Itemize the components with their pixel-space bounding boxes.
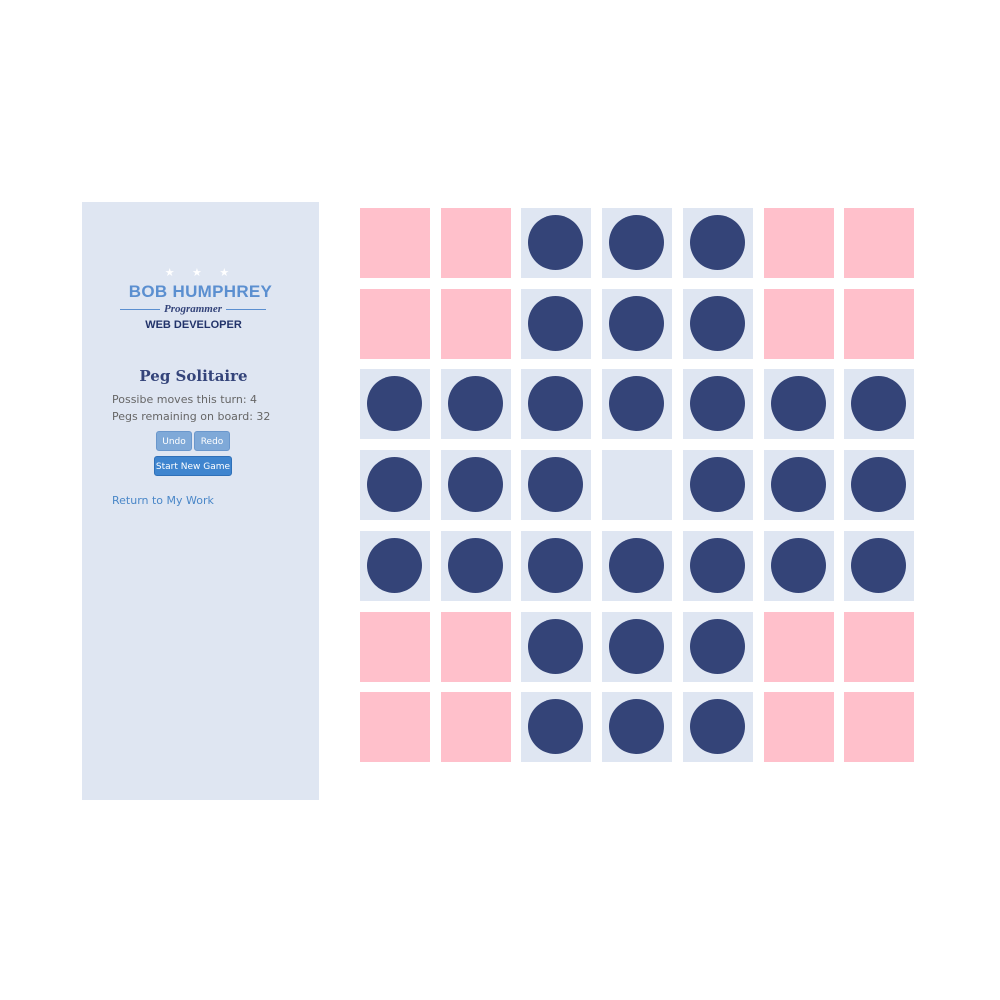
board-corner-cell: [360, 208, 430, 278]
board-hole-filled[interactable]: [602, 531, 672, 601]
undo-button[interactable]: Undo: [156, 431, 192, 451]
peg[interactable]: [448, 538, 503, 593]
board-hole-filled[interactable]: [602, 289, 672, 359]
peg[interactable]: [851, 538, 906, 593]
board-corner-cell: [441, 692, 511, 762]
board-corner-cell: [441, 289, 511, 359]
board-corner-cell: [764, 692, 834, 762]
peg[interactable]: [609, 215, 664, 270]
board-corner-cell: [441, 208, 511, 278]
logo-subtitle: Programmer: [163, 303, 223, 315]
game-title: Peg Solitaire: [139, 367, 248, 385]
board-hole-filled[interactable]: [602, 369, 672, 439]
peg[interactable]: [609, 619, 664, 674]
board-hole-filled[interactable]: [521, 450, 591, 520]
board-hole-filled[interactable]: [602, 692, 672, 762]
logo-role: WEB DEVELOPER: [145, 319, 242, 331]
board-corner-cell: [844, 289, 914, 359]
redo-button[interactable]: Redo: [194, 431, 230, 451]
board-hole-filled[interactable]: [844, 531, 914, 601]
peg[interactable]: [528, 376, 583, 431]
board-hole-filled[interactable]: [521, 289, 591, 359]
peg[interactable]: [528, 457, 583, 512]
board-hole-filled[interactable]: [683, 289, 753, 359]
peg[interactable]: [528, 215, 583, 270]
peg[interactable]: [609, 376, 664, 431]
sidebar-panel: ★ ★ ★ BOB HUMPHREY Programmer WEB DEVELO…: [82, 202, 319, 800]
peg[interactable]: [448, 376, 503, 431]
peg[interactable]: [690, 699, 745, 754]
board-hole-filled[interactable]: [764, 369, 834, 439]
board-hole-filled[interactable]: [441, 450, 511, 520]
board-hole-filled[interactable]: [683, 369, 753, 439]
peg[interactable]: [609, 296, 664, 351]
board-hole-filled[interactable]: [844, 450, 914, 520]
board-corner-cell: [360, 289, 430, 359]
peg[interactable]: [367, 457, 422, 512]
board-corner-cell: [844, 612, 914, 682]
board-hole-filled[interactable]: [521, 531, 591, 601]
board-hole-filled[interactable]: [764, 450, 834, 520]
peg[interactable]: [771, 376, 826, 431]
peg[interactable]: [690, 619, 745, 674]
stars-icon: ★ ★ ★: [164, 266, 237, 279]
board-corner-cell: [764, 208, 834, 278]
peg[interactable]: [851, 376, 906, 431]
board-hole-filled[interactable]: [521, 369, 591, 439]
board-corner-cell: [764, 612, 834, 682]
peg[interactable]: [771, 457, 826, 512]
peg[interactable]: [690, 296, 745, 351]
pegs-remaining: Pegs remaining on board: 32: [112, 410, 271, 423]
peg[interactable]: [690, 215, 745, 270]
peg[interactable]: [528, 296, 583, 351]
board-hole-filled[interactable]: [521, 692, 591, 762]
peg[interactable]: [690, 457, 745, 512]
peg[interactable]: [528, 619, 583, 674]
logo-subtitle-row: Programmer: [120, 302, 266, 316]
board-hole-filled[interactable]: [521, 612, 591, 682]
moves-count: Possibe moves this turn: 4: [112, 393, 258, 406]
peg[interactable]: [609, 538, 664, 593]
peg[interactable]: [448, 457, 503, 512]
board-hole-filled[interactable]: [360, 531, 430, 601]
board-hole-filled[interactable]: [683, 612, 753, 682]
peg[interactable]: [690, 376, 745, 431]
board-corner-cell: [360, 612, 430, 682]
peg[interactable]: [690, 538, 745, 593]
peg[interactable]: [609, 699, 664, 754]
board-hole-empty[interactable]: [602, 450, 672, 520]
board-hole-filled[interactable]: [683, 450, 753, 520]
board-hole-filled[interactable]: [683, 692, 753, 762]
board-corner-cell: [844, 208, 914, 278]
board-hole-filled[interactable]: [521, 208, 591, 278]
logo-name: BOB HUMPHREY: [128, 282, 273, 301]
board-hole-filled[interactable]: [441, 369, 511, 439]
board-hole-filled[interactable]: [360, 369, 430, 439]
board-hole-filled[interactable]: [602, 208, 672, 278]
peg[interactable]: [851, 457, 906, 512]
board-hole-filled[interactable]: [683, 208, 753, 278]
peg[interactable]: [528, 699, 583, 754]
board-hole-filled[interactable]: [683, 531, 753, 601]
board-hole-filled[interactable]: [764, 531, 834, 601]
board-corner-cell: [441, 612, 511, 682]
board-corner-cell: [360, 692, 430, 762]
return-to-my-work-link[interactable]: Return to My Work: [112, 494, 214, 507]
board-hole-filled[interactable]: [441, 531, 511, 601]
board-corner-cell: [844, 692, 914, 762]
peg[interactable]: [771, 538, 826, 593]
peg[interactable]: [367, 376, 422, 431]
board-hole-filled[interactable]: [360, 450, 430, 520]
board-hole-filled[interactable]: [602, 612, 672, 682]
board-corner-cell: [764, 289, 834, 359]
peg[interactable]: [528, 538, 583, 593]
logo: ★ ★ ★ BOB HUMPHREY Programmer WEB DEVELO…: [82, 202, 319, 342]
board-hole-filled[interactable]: [844, 369, 914, 439]
start-new-game-button[interactable]: Start New Game: [154, 456, 232, 476]
peg[interactable]: [367, 538, 422, 593]
